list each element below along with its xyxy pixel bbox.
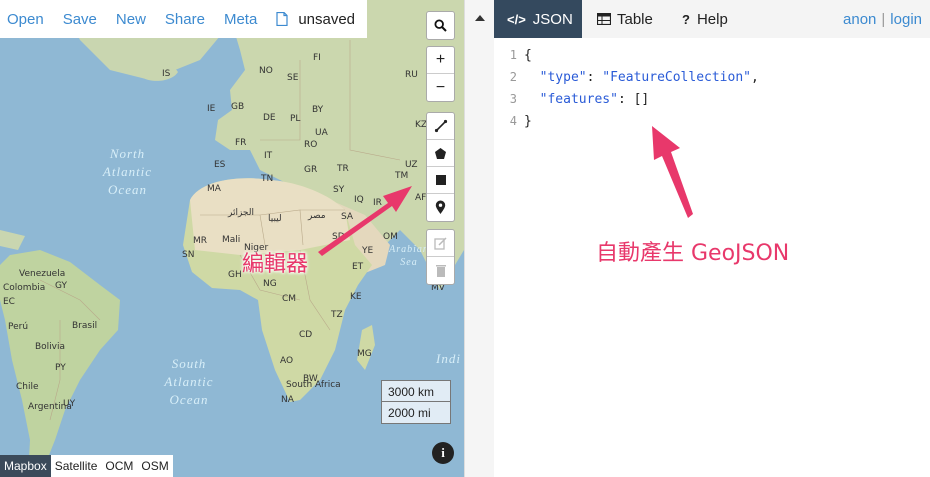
geojson-io-app: UZ TM AF KZ UA PL FI SE IS SY IR IQ YE S… <box>0 0 930 477</box>
annotation-editor-label: 編輯器 <box>242 252 309 277</box>
arrow-to-editor <box>652 126 693 218</box>
arrow-to-toolbar <box>318 186 412 256</box>
annotation-arrows <box>318 126 693 256</box>
annotation-auto-geojson: 自動產生 GeoJSON <box>596 241 790 266</box>
